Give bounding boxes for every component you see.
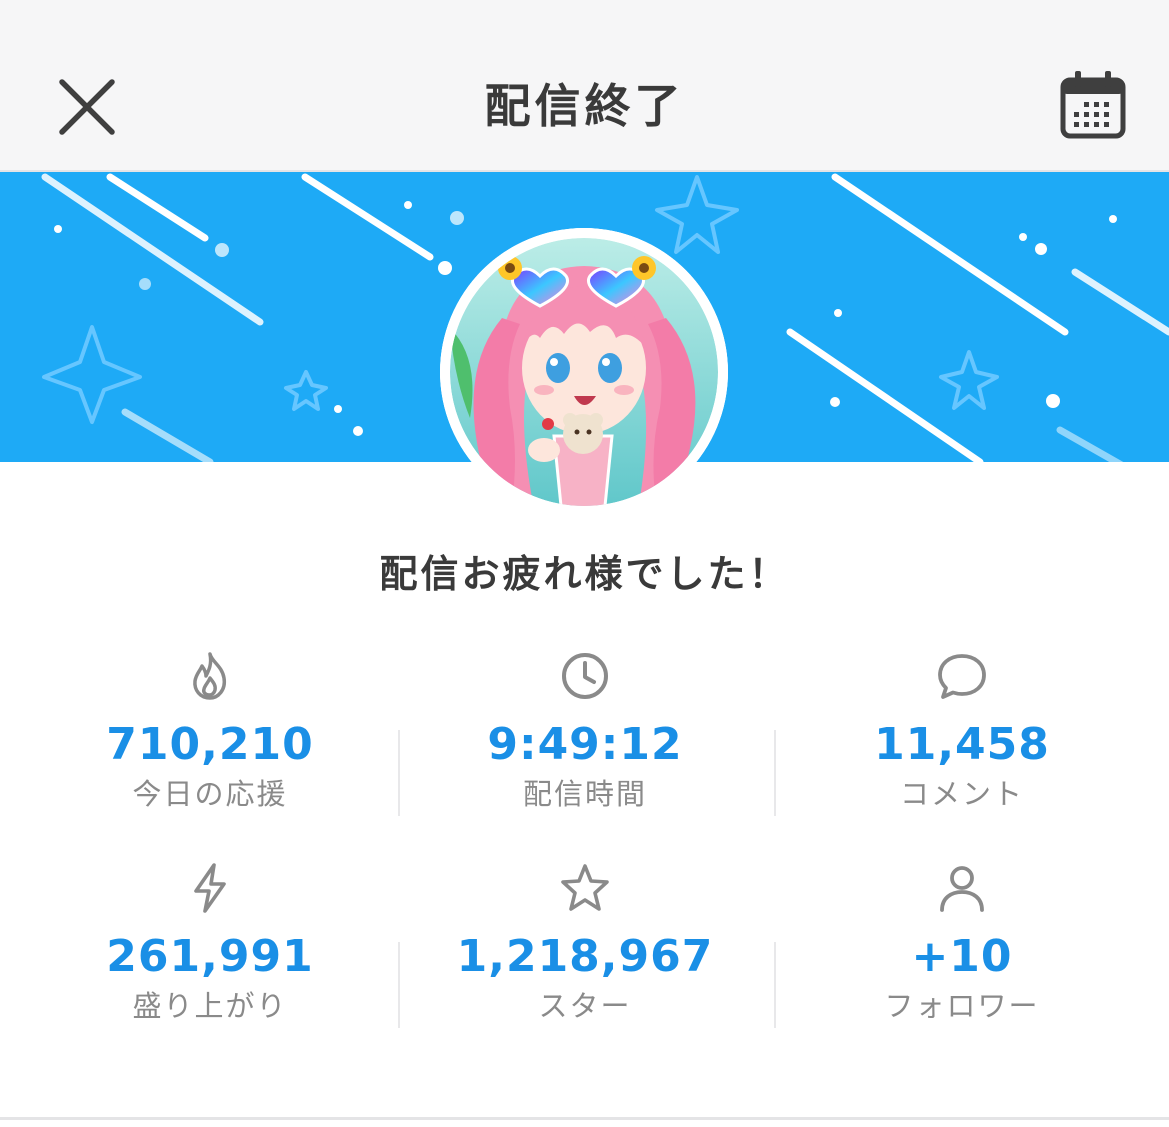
stat-label: コメント bbox=[899, 777, 1024, 811]
stat-stream-time: 9:49:12 配信時間 bbox=[405, 648, 765, 814]
star-icon bbox=[561, 864, 609, 911]
stat-value: 9:49:12 bbox=[487, 719, 683, 770]
stat-value: 1,218,967 bbox=[456, 931, 714, 982]
stat-label: 配信時間 bbox=[522, 777, 647, 811]
lightning-icon bbox=[194, 863, 226, 913]
stat-value: 261,991 bbox=[106, 931, 314, 982]
stat-followers: +10 フォロワー bbox=[782, 860, 1142, 1026]
stat-support: 710,210 今日の応援 bbox=[30, 648, 390, 814]
stat-stars: 1,218,967 スター bbox=[405, 860, 765, 1026]
header-bar: 配信終了 bbox=[0, 0, 1169, 172]
stat-label: フォロワー bbox=[884, 989, 1040, 1023]
end-message: 配信お疲れ様でした！ bbox=[379, 552, 790, 596]
calendar-icon[interactable] bbox=[1058, 68, 1128, 142]
streamer-avatar bbox=[440, 228, 728, 516]
comment-icon bbox=[938, 654, 986, 699]
stat-excitement: 261,991 盛り上がり bbox=[30, 860, 390, 1026]
divider bbox=[774, 942, 776, 1028]
bottom-divider bbox=[0, 1117, 1169, 1120]
stat-label: 今日の応援 bbox=[132, 777, 288, 811]
stat-label: 盛り上がり bbox=[132, 989, 288, 1023]
avatar-illustration bbox=[440, 228, 728, 516]
clock-icon bbox=[562, 653, 608, 699]
stat-value: 11,458 bbox=[874, 719, 1050, 770]
stream-end-screen: 配信終了 配信お疲れ様でした！ 710,210 今日の応援 9:49:12 配信… bbox=[0, 0, 1169, 1127]
person-icon bbox=[940, 866, 984, 912]
stat-value: 710,210 bbox=[106, 719, 314, 770]
calendar-button[interactable] bbox=[1058, 68, 1128, 142]
divider bbox=[398, 730, 400, 816]
stat-comments: 11,458 コメント bbox=[782, 648, 1142, 814]
stat-value: +10 bbox=[911, 931, 1013, 982]
stat-label: スター bbox=[538, 989, 632, 1023]
divider bbox=[398, 942, 400, 1028]
flame-icon bbox=[193, 652, 227, 700]
divider bbox=[774, 730, 776, 816]
page-title: 配信終了 bbox=[484, 79, 685, 133]
